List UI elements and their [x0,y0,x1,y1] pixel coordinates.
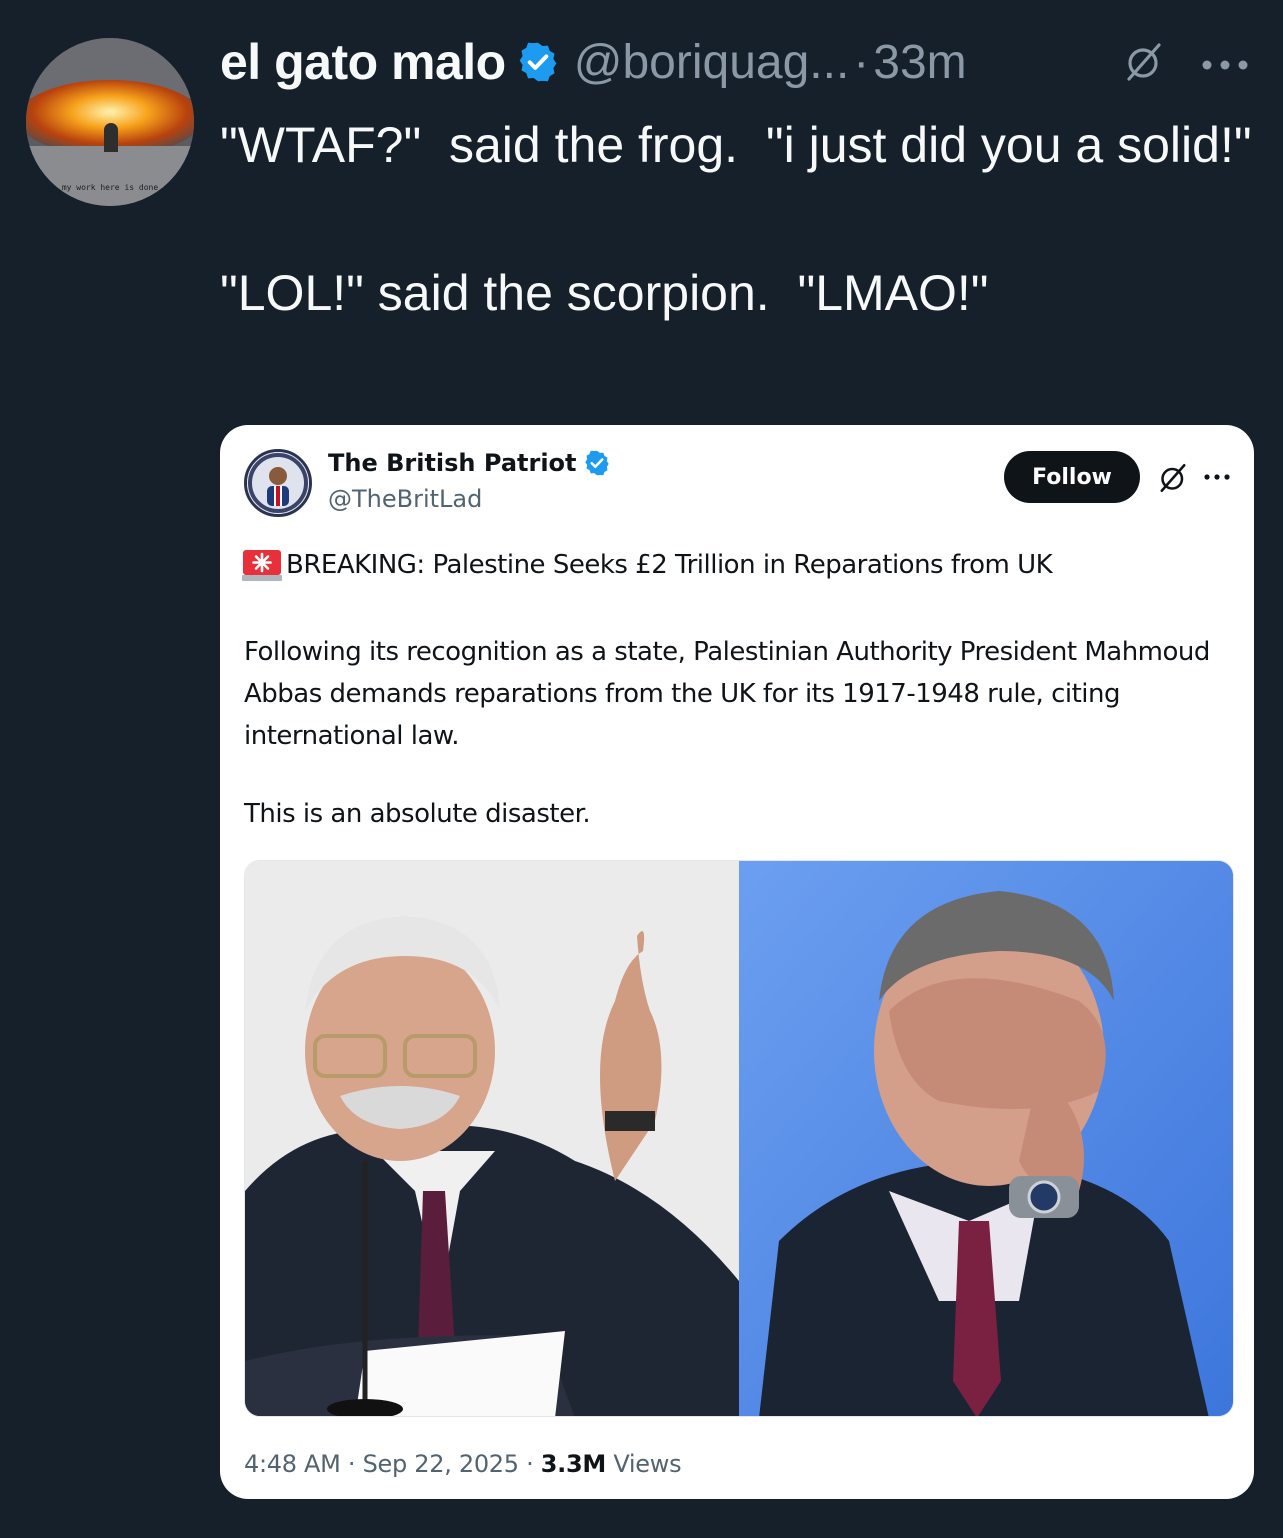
quoted-name-row: The British Patriot [328,449,611,477]
quoted-date[interactable]: Sep 22, 2025 [363,1450,519,1478]
quoted-media[interactable] [244,860,1234,1417]
quoted-metadata: 4:48 AM · Sep 22, 2025 · 3.3M Views [244,1450,682,1478]
meta-dot: · [526,1450,534,1478]
views-count: 3.3M [540,1450,607,1478]
quoted-display-name[interactable]: The British Patriot [328,449,577,477]
avatar-caption: my work here is done [62,183,159,192]
grok-icon[interactable] [1124,42,1164,82]
meta-dot: · [347,1450,356,1478]
quoted-paragraph: Following its recognition as a state, Pa… [244,637,1210,751]
more-options-icon[interactable] [1198,58,1252,72]
verified-badge-icon [584,450,609,476]
quoted-headline: BREAKING: Palestine Seeks £2 Trillion in… [242,549,1053,581]
avatar[interactable]: my work here is done [26,38,194,206]
tweet-text: "WTAF?" said the frog. "i just did you a… [220,117,1252,321]
headline-text: BREAKING: Palestine Seeks £2 Trillion in… [286,550,1053,580]
handle[interactable]: @boriquag... [574,35,850,90]
quoted-avatar[interactable] [244,449,312,517]
verified-badge-icon [519,42,557,82]
grok-icon[interactable] [1158,463,1188,493]
quoted-paragraph-2: This is an absolute disaster. [244,799,591,829]
quoted-tweet[interactable]: The British Patriot @TheBritLad Follow B… [220,425,1254,1499]
photo-man-facepalm[interactable] [739,861,1233,1416]
siren-icon [242,550,282,581]
follow-button[interactable]: Follow [1004,451,1140,503]
quoted-time[interactable]: 4:48 AM [244,1450,341,1478]
quoted-handle[interactable]: @TheBritLad [328,485,482,513]
display-name[interactable]: el gato malo [220,33,506,91]
photo-man-speaking[interactable] [245,861,739,1416]
tweet[interactable]: my work here is done el gato malo @boriq… [0,0,1283,1538]
separator: · [853,35,870,89]
views-label: Views [613,1450,682,1478]
more-options-icon[interactable] [1202,473,1232,481]
tweet-header: el gato malo @boriquag... · 33m [220,24,1270,100]
timestamp[interactable]: 33m [873,35,966,90]
